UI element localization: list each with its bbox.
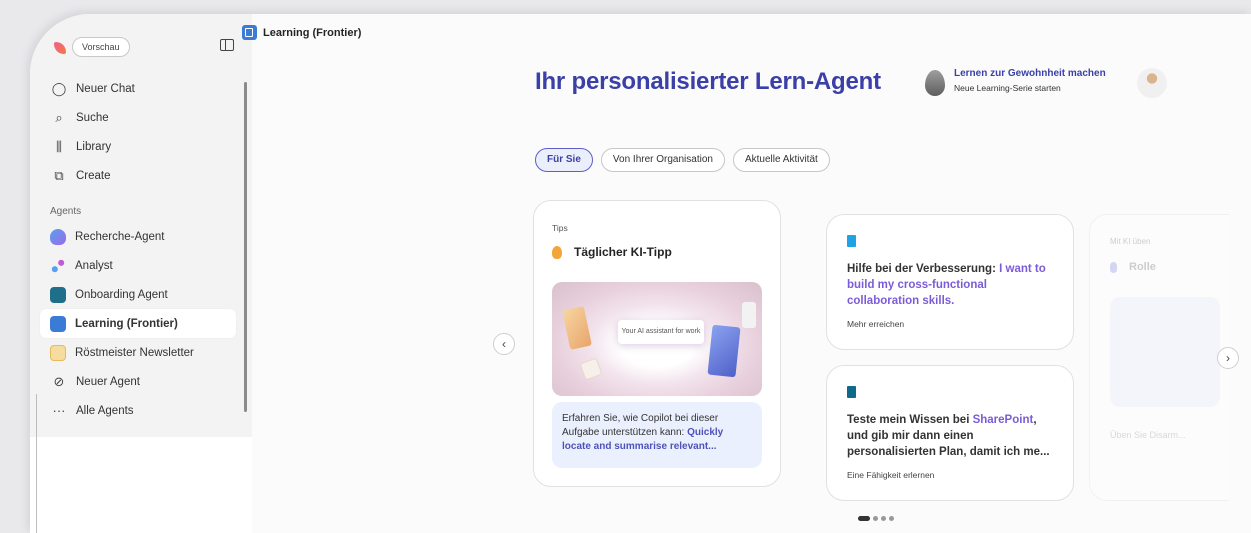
carousel-dots bbox=[858, 516, 894, 521]
test-card-text: Teste mein Wissen bei SharePoint, und gi… bbox=[847, 412, 1059, 460]
carousel-prev-button[interactable]: ‹ bbox=[493, 333, 515, 355]
tips-title: Täglicher KI-Tipp bbox=[552, 245, 672, 259]
search-icon: ⌕ bbox=[55, 109, 63, 125]
tips-label: Tips bbox=[552, 223, 568, 233]
streak-flame-icon bbox=[925, 70, 945, 96]
tips-card[interactable]: Tips Täglicher KI-Tipp Your AI assistant… bbox=[533, 200, 781, 487]
tab-for-you[interactable]: Für Sie bbox=[535, 148, 593, 172]
tips-illustration: Your AI assistant for work bbox=[552, 282, 762, 396]
more-icon: ··· bbox=[52, 403, 66, 418]
analyst-agent-icon bbox=[50, 257, 66, 274]
help-card-footer: Mehr erreichen bbox=[847, 319, 905, 329]
tips-title-text: Täglicher KI-Tipp bbox=[574, 245, 672, 259]
carousel-dot[interactable] bbox=[881, 516, 886, 521]
illustration-shape bbox=[707, 324, 741, 378]
sidebar-agent-analyst[interactable]: Analyst bbox=[50, 251, 250, 280]
sidebar-edge bbox=[36, 394, 37, 533]
sidebar-item-label: Neuer Chat bbox=[76, 82, 135, 95]
carousel-next-button[interactable]: › bbox=[1217, 347, 1239, 369]
preview-badge: Vorschau bbox=[72, 37, 130, 57]
illustration-shape bbox=[562, 306, 592, 350]
sidebar: Vorschau ◯ Neuer Chat ⌕ Suche ⫼ Library … bbox=[30, 14, 252, 437]
help-prefix: Hilfe bei der Verbesserung: bbox=[847, 263, 1000, 275]
sidebar-item-label: Alle Agents bbox=[76, 404, 134, 417]
sidebar-item-new-chat[interactable]: ◯ Neuer Chat bbox=[50, 74, 250, 103]
app-header: Learning (Frontier) bbox=[242, 25, 361, 40]
microphone-icon bbox=[1110, 261, 1117, 273]
onboarding-agent-icon bbox=[50, 286, 66, 303]
lightbulb-icon bbox=[552, 245, 562, 259]
sidebar-item-label: Onboarding Agent bbox=[75, 288, 168, 301]
sidebar-item-label: Röstmeister Newsletter bbox=[75, 346, 194, 359]
sidebar-item-label: Analyst bbox=[75, 259, 113, 272]
sidebar-agent-newsletter[interactable]: Röstmeister Newsletter bbox=[50, 338, 250, 367]
faded-footer: Üben Sie Disarm... bbox=[1110, 430, 1186, 440]
faded-label: Mit KI üben bbox=[1110, 237, 1151, 246]
recherche-agent-icon bbox=[50, 228, 66, 245]
faded-title-text: Rolle bbox=[1129, 261, 1156, 273]
illustration-shape bbox=[579, 357, 603, 381]
faded-title: Rolle bbox=[1110, 261, 1156, 273]
sidebar-agent-learning[interactable]: Learning (Frontier) bbox=[40, 309, 236, 338]
test-highlight: SharePoint bbox=[972, 414, 1034, 426]
app-title: Learning (Frontier) bbox=[263, 26, 362, 39]
avatar[interactable] bbox=[1137, 68, 1167, 98]
sidebar-agent-recherche[interactable]: Recherche-Agent bbox=[50, 222, 250, 251]
book-icon bbox=[847, 386, 856, 398]
filter-tabs: Für Sie Von Ihrer Organisation Aktuelle … bbox=[535, 148, 830, 172]
test-prefix: Teste mein Wissen bei bbox=[847, 414, 973, 426]
streak-title[interactable]: Lernen zur Gewohnheit machen bbox=[954, 68, 1106, 79]
learning-agent-icon bbox=[50, 315, 66, 332]
learning-streak[interactable]: Lernen zur Gewohnheit machen Neue Learni… bbox=[925, 68, 1106, 96]
chat-bubble-icon: ◯ bbox=[51, 80, 67, 96]
book-icon bbox=[847, 235, 856, 247]
sidebar-item-label: Recherche-Agent bbox=[75, 230, 165, 243]
new-agent-icon: ⊘ bbox=[53, 373, 65, 389]
sidebar-item-label: Neuer Agent bbox=[76, 375, 140, 388]
sidebar-agent-onboarding[interactable]: Onboarding Agent bbox=[50, 280, 250, 309]
learning-app-icon bbox=[242, 25, 257, 40]
sidebar-item-create[interactable]: ⧉ Create bbox=[50, 161, 250, 190]
help-card[interactable]: Hilfe bei der Verbesserung: I want to bu… bbox=[826, 214, 1074, 350]
illustration-caption: Your AI assistant for work bbox=[618, 320, 704, 344]
sidebar-new-agent[interactable]: ⊘ Neuer Agent bbox=[50, 367, 250, 396]
next-card-preview[interactable]: Mit KI üben Rolle Üben Sie Disarm... bbox=[1089, 214, 1229, 501]
tab-organisation[interactable]: Von Ihrer Organisation bbox=[600, 148, 725, 172]
sidebar-item-label: Suche bbox=[76, 111, 109, 124]
sidebar-footer bbox=[30, 437, 252, 533]
carousel-dot-active[interactable] bbox=[858, 516, 870, 521]
app-window: Vorschau ◯ Neuer Chat ⌕ Suche ⫼ Library … bbox=[30, 14, 1251, 533]
sidebar-item-label: Learning (Frontier) bbox=[75, 317, 178, 330]
library-icon: ⫼ bbox=[56, 138, 62, 154]
sidebar-all-agents[interactable]: ··· Alle Agents bbox=[50, 396, 250, 425]
help-card-text: Hilfe bei der Verbesserung: I want to bu… bbox=[847, 261, 1059, 309]
test-card[interactable]: Teste mein Wissen bei SharePoint, und gi… bbox=[826, 365, 1074, 501]
create-icon: ⧉ bbox=[54, 167, 64, 183]
sidebar-item-library[interactable]: ⫼ Library bbox=[50, 132, 250, 161]
sidebar-nav: ◯ Neuer Chat ⌕ Suche ⫼ Library ⧉ Create … bbox=[40, 74, 250, 425]
sidebar-toggle-icon[interactable] bbox=[220, 39, 234, 51]
carousel-dot[interactable] bbox=[873, 516, 878, 521]
test-card-footer: Eine Fähigkeit erlernen bbox=[847, 470, 935, 480]
streak-subtitle: Neue Learning-Serie starten bbox=[954, 83, 1061, 93]
newsletter-agent-icon bbox=[50, 344, 66, 361]
sidebar-topbar: Vorschau bbox=[48, 36, 238, 60]
tips-description[interactable]: Erfahren Sie, wie Copilot bei dieser Auf… bbox=[552, 402, 762, 468]
illustration-shape bbox=[742, 302, 756, 328]
sidebar-item-label: Create bbox=[76, 169, 111, 182]
copilot-logo-icon bbox=[54, 42, 66, 54]
agents-section-label: Agents bbox=[50, 205, 82, 217]
sidebar-item-search[interactable]: ⌕ Suche bbox=[50, 103, 250, 132]
tab-recent-activity[interactable]: Aktuelle Aktivität bbox=[732, 148, 830, 172]
sidebar-item-label: Library bbox=[76, 140, 112, 153]
carousel-dot[interactable] bbox=[889, 516, 894, 521]
sidebar-scrollbar[interactable] bbox=[244, 82, 247, 412]
page-title: Ihr personalisierter Lern-Agent bbox=[535, 68, 881, 95]
faded-illustration bbox=[1110, 297, 1220, 407]
